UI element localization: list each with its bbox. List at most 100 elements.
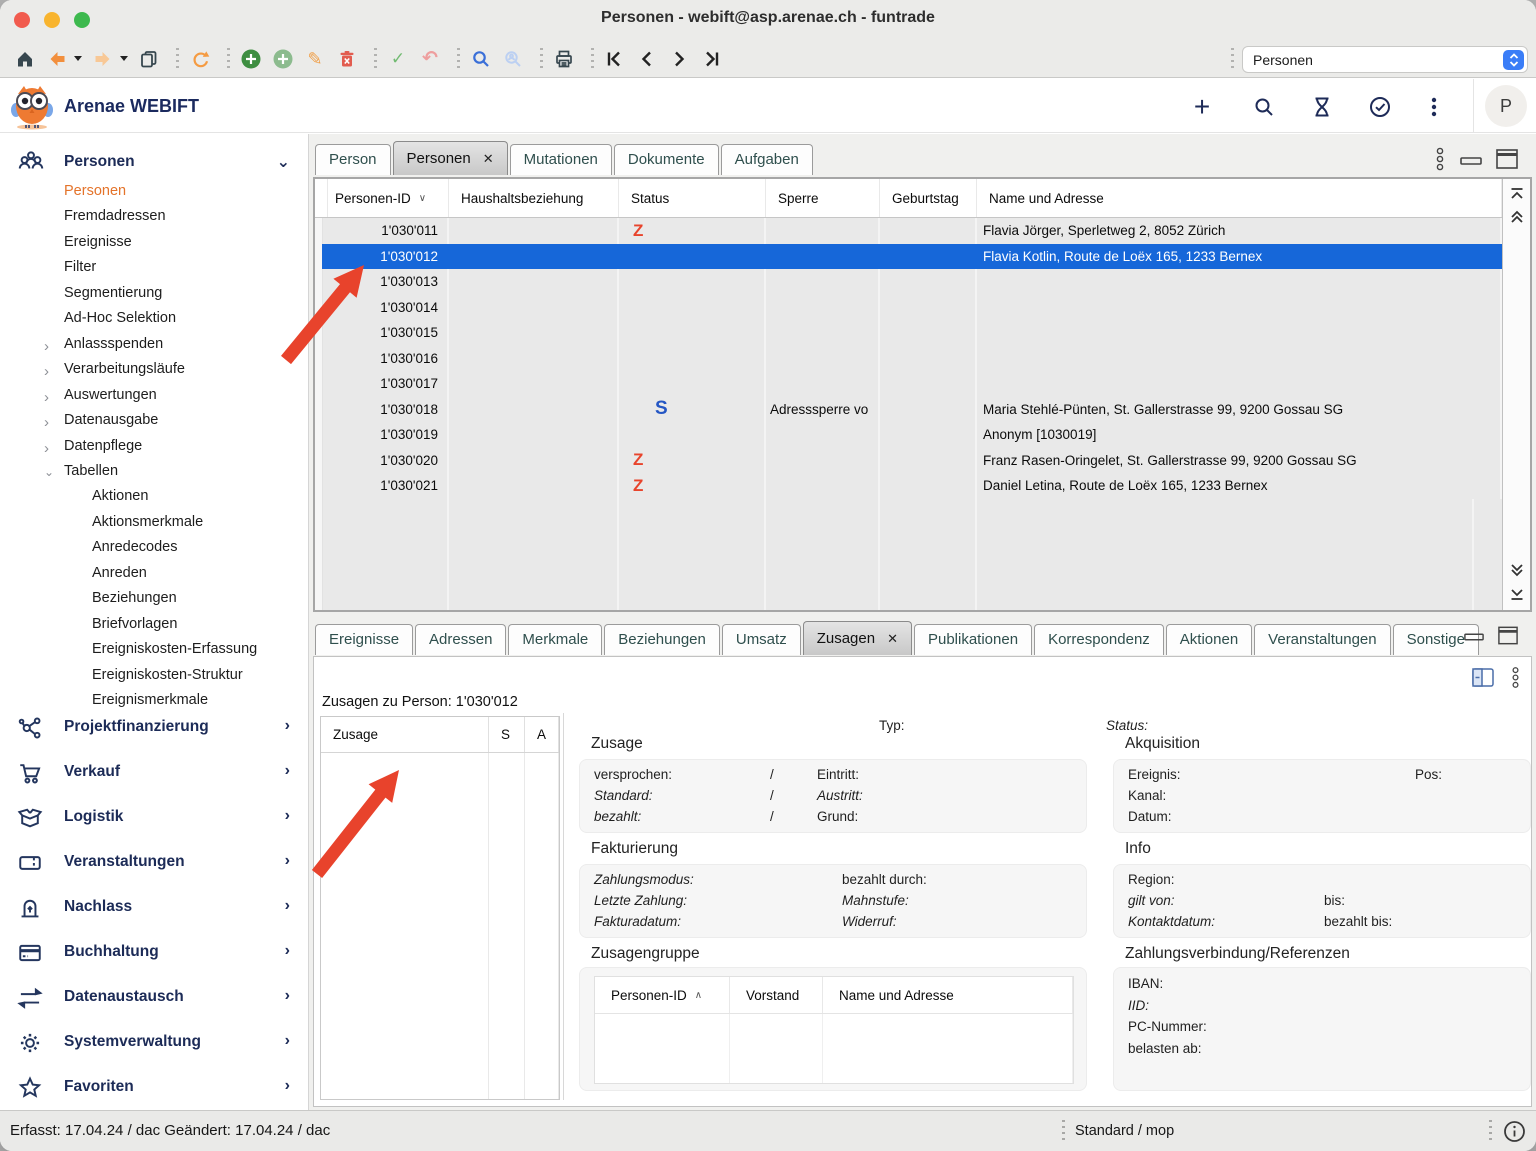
table-row[interactable]: 1'030'019Anonym [1030019]: [315, 422, 1502, 448]
tab-personen[interactable]: Personen✕: [393, 141, 508, 175]
refresh-button[interactable]: [187, 46, 213, 72]
column-header-personen-id[interactable]: Personen-ID∧: [595, 977, 730, 1013]
duplicate-window-icon[interactable]: [136, 46, 162, 72]
page-up-icon[interactable]: [1509, 209, 1525, 225]
collapse-panel-icon[interactable]: [1472, 668, 1494, 692]
print-button[interactable]: [551, 46, 577, 72]
sidebar-item-aktionen[interactable]: Aktionen: [0, 485, 308, 510]
sidebar-section-buchhaltung[interactable]: Buchhaltung›: [0, 931, 308, 975]
forward-history-caret[interactable]: [120, 56, 128, 61]
table-row[interactable]: 1'030'014: [315, 295, 1502, 321]
sidebar-section-projektfinanzierung[interactable]: Projektfinanzierung›: [0, 706, 308, 750]
maximize-panel-icon[interactable]: [1496, 149, 1518, 174]
back-button[interactable]: [44, 46, 70, 72]
column-header-vorstand[interactable]: Vorstand: [730, 977, 823, 1013]
global-search-icon[interactable]: [1250, 93, 1278, 121]
close-tab-icon[interactable]: ✕: [887, 631, 898, 646]
sidebar-item-beziehungen[interactable]: Beziehungen: [0, 587, 308, 612]
tab-beziehungen[interactable]: Beziehungen: [604, 624, 720, 655]
sidebar-section-verkauf[interactable]: Verkauf›: [0, 751, 308, 795]
scroll-bottom-icon[interactable]: [1509, 586, 1525, 602]
chevron-right-icon[interactable]: ›: [44, 363, 49, 380]
column-header-status[interactable]: Status: [619, 179, 766, 217]
tab-veranstaltungen[interactable]: Veranstaltungen: [1254, 624, 1390, 655]
sidebar-item-filter[interactable]: Filter: [0, 256, 308, 281]
chevron-right-icon[interactable]: ›: [285, 852, 290, 870]
page-down-icon[interactable]: [1509, 562, 1525, 578]
sidebar-section-logistik[interactable]: Logistik›: [0, 796, 308, 840]
zusage-list-column-0[interactable]: Zusage: [321, 717, 489, 752]
confirm-button[interactable]: ✓: [385, 46, 411, 72]
sidebar-item-briefvorlagen[interactable]: Briefvorlagen: [0, 613, 308, 638]
tab-mutationen[interactable]: Mutationen: [510, 144, 612, 175]
sidebar-section-systemverwaltung[interactable]: Systemverwaltung›: [0, 1021, 308, 1065]
tab-ereignisse[interactable]: Ereignisse: [315, 624, 413, 655]
maximize-panel-icon[interactable]: [1498, 626, 1518, 650]
sidebar-section-nachlass[interactable]: Nachlass›: [0, 886, 308, 930]
table-row[interactable]: 1'030'016: [315, 346, 1502, 372]
sidebar-item-ad-hoc-selektion[interactable]: Ad-Hoc Selektion: [0, 307, 308, 332]
chevron-right-icon[interactable]: ›: [285, 1077, 290, 1095]
sidebar-item-ereigniskosten-erfassung[interactable]: Ereigniskosten-Erfassung: [0, 638, 308, 663]
sidebar-item-anlassspenden[interactable]: ›Anlassspenden: [0, 333, 308, 358]
chevron-right-icon[interactable]: ›: [285, 897, 290, 915]
table-row[interactable]: 1'030'015: [315, 320, 1502, 346]
delete-button[interactable]: [334, 46, 360, 72]
sidebar-item-ereignisse[interactable]: Ereignisse: [0, 231, 308, 256]
sidebar-item-datenausgabe[interactable]: ›Datenausgabe: [0, 409, 308, 434]
sidebar-item-ereigniskosten-struktur[interactable]: Ereigniskosten-Struktur: [0, 664, 308, 689]
scroll-top-icon[interactable]: [1509, 186, 1525, 202]
column-header-geburtstag[interactable]: Geburtstag: [880, 179, 977, 217]
tab-zusagen[interactable]: Zusagen✕: [803, 621, 912, 655]
home-button[interactable]: [12, 46, 38, 72]
search-button[interactable]: [468, 46, 494, 72]
history-hourglass-icon[interactable]: [1308, 93, 1336, 121]
sidebar-section-veranstaltungen[interactable]: Veranstaltungen›: [0, 841, 308, 885]
table-row[interactable]: 1'030'011ZFlavia Jörger, Sperletweg 2, 8…: [315, 218, 1502, 244]
table-row[interactable]: 1'030'012Flavia Kotlin, Route de Loëx 16…: [315, 244, 1502, 270]
add-copy-record-button[interactable]: [270, 46, 296, 72]
chevron-right-icon[interactable]: ›: [44, 338, 49, 355]
tab-korrespondenz[interactable]: Korrespondenz: [1034, 624, 1164, 655]
column-header-name-und-adresse[interactable]: Name und Adresse: [977, 179, 1502, 217]
close-tab-icon[interactable]: ✕: [483, 151, 494, 166]
chevron-right-icon[interactable]: ›: [44, 389, 49, 406]
column-header-personen-id[interactable]: Personen-ID∨: [323, 179, 449, 217]
chevron-down-icon[interactable]: ⌄: [44, 465, 54, 479]
sidebar-item-personen-root[interactable]: Personen ⌄: [0, 146, 308, 180]
tasks-check-icon[interactable]: [1366, 93, 1394, 121]
tab-adressen[interactable]: Adressen: [415, 624, 506, 655]
undo-button[interactable]: ↶: [417, 46, 443, 72]
sort-asc-icon[interactable]: ∧: [695, 990, 702, 1001]
sidebar-item-anredecodes[interactable]: Anredecodes: [0, 536, 308, 561]
table-row[interactable]: 1'030'017: [315, 371, 1502, 397]
back-history-caret[interactable]: [74, 56, 82, 61]
minimize-panel-icon[interactable]: [1460, 153, 1482, 171]
tab-aufgaben[interactable]: Aufgaben: [721, 144, 813, 175]
table-row[interactable]: 1'030'013: [315, 269, 1502, 295]
edit-button[interactable]: ✎: [302, 46, 328, 72]
previous-record-button[interactable]: [634, 46, 660, 72]
context-select[interactable]: Personen: [1242, 46, 1528, 73]
table-row[interactable]: 1'030'021ZDaniel Letina, Route de Loëx 1…: [315, 473, 1502, 499]
sidebar-item-datenpflege[interactable]: ›Datenpflege: [0, 435, 308, 460]
chevron-right-icon[interactable]: ›: [285, 807, 290, 825]
search-person-button[interactable]: [500, 46, 526, 72]
sort-desc-icon[interactable]: ∨: [419, 193, 426, 204]
sidebar-item-auswertungen[interactable]: ›Auswertungen: [0, 384, 308, 409]
chevron-right-icon[interactable]: ›: [285, 1032, 290, 1050]
sidebar-item-anreden[interactable]: Anreden: [0, 562, 308, 587]
tab-publikationen[interactable]: Publikationen: [914, 624, 1032, 655]
chevron-right-icon[interactable]: ›: [285, 987, 290, 1005]
first-record-button[interactable]: [602, 46, 628, 72]
chevron-right-icon[interactable]: ›: [285, 762, 290, 780]
panel-menu-icon[interactable]: [1510, 665, 1521, 695]
column-header-haushaltsbeziehung[interactable]: Haushaltsbeziehung: [449, 179, 619, 217]
tab-merkmale[interactable]: Merkmale: [508, 624, 602, 655]
zusage-list-body[interactable]: [321, 753, 559, 1099]
tab-umsatz[interactable]: Umsatz: [722, 624, 801, 655]
chevron-right-icon[interactable]: ›: [44, 440, 49, 457]
sidebar-section-favoriten[interactable]: Favoriten›: [0, 1066, 308, 1110]
sidebar-item-fremdadressen[interactable]: Fremdadressen: [0, 205, 308, 230]
tab-aktionen[interactable]: Aktionen: [1166, 624, 1252, 655]
